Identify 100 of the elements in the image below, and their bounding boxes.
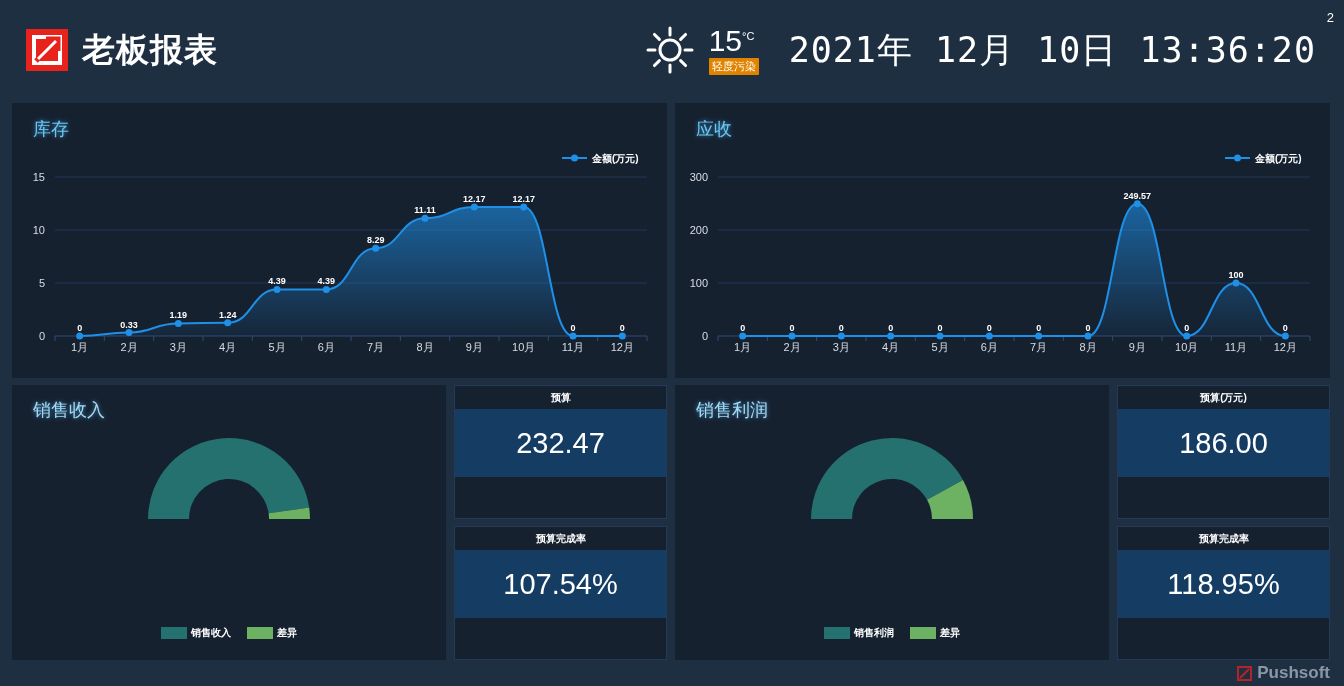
axis-tick-label: 0 bbox=[701, 330, 708, 342]
axis-tick-label: 2月 bbox=[120, 341, 138, 353]
data-label: 0 bbox=[1085, 323, 1091, 333]
data-label: 12.17 bbox=[512, 194, 535, 204]
axis-tick-label: 9月 bbox=[465, 341, 483, 353]
data-point bbox=[1035, 332, 1043, 340]
data-label: 0 bbox=[740, 323, 746, 333]
air-quality-badge: 轻度污染 bbox=[708, 57, 759, 75]
legend-label: 金额(万元) bbox=[1255, 153, 1302, 164]
logo-icon bbox=[26, 29, 68, 71]
card-label: 预算完成率 bbox=[1197, 531, 1250, 546]
card-label: 预算完成率 bbox=[534, 531, 587, 546]
data-point bbox=[470, 203, 478, 211]
data-point bbox=[618, 332, 626, 340]
axis-tick-label: 7月 bbox=[1030, 341, 1048, 353]
axis-tick-label: 4月 bbox=[219, 341, 237, 353]
data-label: 0 bbox=[77, 323, 83, 333]
data-label: 0 bbox=[619, 323, 625, 333]
legend-label: 销售收入 bbox=[191, 626, 231, 640]
data-point bbox=[887, 332, 895, 340]
data-point bbox=[125, 329, 133, 336]
temperature: 15 bbox=[708, 25, 742, 56]
axis-tick-label: 2月 bbox=[783, 341, 801, 353]
data-point bbox=[520, 203, 528, 211]
data-point bbox=[837, 332, 845, 340]
legend-label: 差异 bbox=[940, 626, 960, 640]
axis-tick-label: 5月 bbox=[931, 341, 949, 353]
kpi-value: 232.47 bbox=[455, 409, 666, 477]
data-point bbox=[273, 285, 281, 293]
data-label: 0 bbox=[1036, 323, 1042, 333]
axis-tick-label: 7月 bbox=[367, 341, 385, 353]
axis-tick-label: 12月 bbox=[1273, 341, 1297, 353]
kpi-value: 118.95% bbox=[1118, 550, 1329, 618]
data-point bbox=[322, 285, 330, 293]
axis-tick-label: 9月 bbox=[1128, 341, 1146, 353]
date-time: 2021年 12月 10日 13:36:20 bbox=[788, 28, 1316, 72]
data-label: 0 bbox=[1184, 323, 1190, 333]
data-label: 0 bbox=[570, 323, 576, 333]
legend-label: 销售利润 bbox=[854, 626, 894, 640]
axis-tick-label: 0 bbox=[38, 330, 45, 342]
brand-name: Pushsoft bbox=[1257, 663, 1330, 683]
data-label: 249.57 bbox=[1123, 190, 1152, 201]
axis-tick-label: 6月 bbox=[317, 341, 335, 353]
axis-tick-label: 11月 bbox=[1224, 341, 1248, 353]
legend-line-icon bbox=[561, 154, 588, 162]
data-point bbox=[936, 332, 944, 340]
data-point bbox=[1183, 332, 1191, 340]
data-label: 0 bbox=[789, 323, 795, 333]
axis-tick-label: 200 bbox=[689, 224, 708, 236]
axis-tick-label: 6月 bbox=[980, 341, 998, 353]
axis-tick-label: 1月 bbox=[734, 341, 752, 353]
data-point bbox=[1281, 332, 1289, 340]
axis-tick-label: 1月 bbox=[71, 341, 89, 353]
sun-icon bbox=[644, 25, 695, 75]
axis-tick-label: 5月 bbox=[268, 341, 286, 353]
panel-title: 销售收入 bbox=[32, 399, 105, 422]
axis-tick-label: 11月 bbox=[561, 341, 585, 353]
card-label: 预算 bbox=[549, 390, 572, 405]
axis-tick-label: 10 bbox=[32, 224, 45, 236]
data-point bbox=[1133, 200, 1141, 208]
legend-label: 金额(万元) bbox=[592, 153, 639, 164]
data-label: 12.17 bbox=[463, 194, 486, 204]
data-label: 0 bbox=[1282, 323, 1288, 333]
data-point bbox=[372, 244, 380, 252]
data-label: 4.39 bbox=[317, 276, 336, 287]
data-label: 1.24 bbox=[218, 309, 237, 320]
panel-title: 库存 bbox=[32, 118, 70, 140]
logo-icon bbox=[1237, 665, 1253, 681]
data-point bbox=[788, 332, 796, 340]
data-label: 8.29 bbox=[366, 235, 385, 246]
data-point bbox=[1232, 279, 1240, 287]
data-label: 0 bbox=[986, 323, 992, 333]
axis-tick-label: 5 bbox=[38, 277, 45, 289]
axis-tick-label: 300 bbox=[689, 171, 708, 183]
axis-tick-label: 10月 bbox=[1175, 341, 1199, 353]
data-label: 0 bbox=[937, 323, 943, 333]
panel-title: 应收 bbox=[695, 118, 733, 140]
kpi-value: 107.54% bbox=[455, 550, 666, 618]
axis-tick-label: 3月 bbox=[169, 341, 187, 353]
axis-tick-label: 12月 bbox=[610, 341, 634, 353]
axis-tick-label: 8月 bbox=[1079, 341, 1097, 353]
data-point bbox=[1084, 332, 1092, 340]
axis-tick-label: 8月 bbox=[416, 341, 434, 353]
data-label: 1.19 bbox=[169, 310, 188, 321]
data-label: 11.11 bbox=[414, 205, 436, 216]
kpi-value: 186.00 bbox=[1118, 409, 1329, 477]
axis-tick-label: 10月 bbox=[512, 341, 536, 353]
data-point bbox=[224, 319, 232, 327]
panel-title: 销售利润 bbox=[695, 399, 768, 422]
data-label: 0 bbox=[838, 323, 844, 333]
data-label: 0 bbox=[888, 323, 894, 333]
data-point bbox=[174, 319, 182, 327]
axis-tick-label: 15 bbox=[32, 171, 45, 183]
data-point bbox=[421, 214, 429, 222]
data-label: 100 bbox=[1228, 270, 1244, 280]
data-point bbox=[569, 332, 577, 340]
data-point bbox=[985, 332, 993, 340]
axis-tick-label: 3月 bbox=[832, 341, 850, 353]
data-label: 4.39 bbox=[268, 276, 286, 287]
app-title: 老板报表 bbox=[82, 29, 218, 70]
